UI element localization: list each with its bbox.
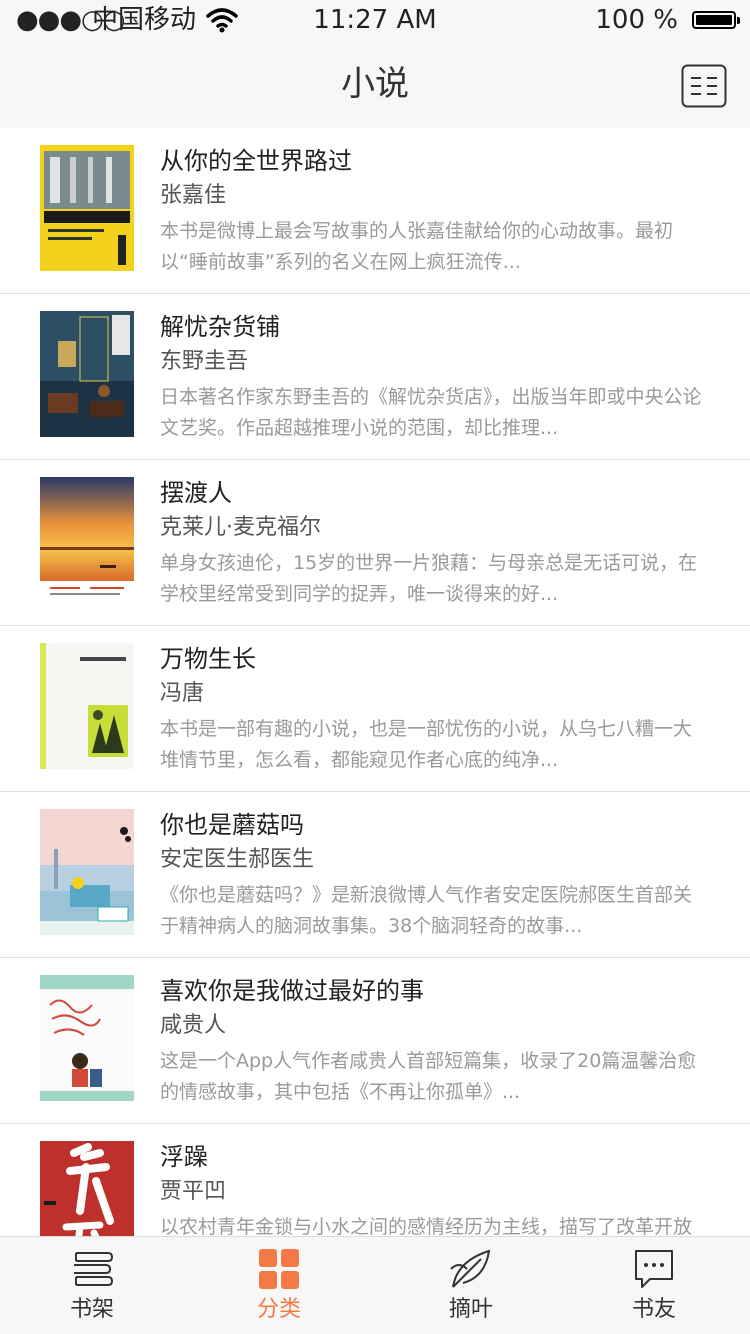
book-list[interactable]: 从你的全世界路过 张嘉佳 本书是微博上最会写故事的人张嘉佳献给你的心动故事。最初…: [0, 128, 750, 1236]
tab-category[interactable]: 分类: [209, 1237, 349, 1334]
category-grid-icon: [259, 1249, 299, 1289]
book-cover: [40, 643, 134, 769]
book-description: 本书是微博上最会写故事的人张嘉佳献给你的心动故事。最初以“睡前故事”系列的名义在…: [160, 220, 674, 273]
list-item[interactable]: 摆渡人 克莱儿·麦克福尔 单身女孩迪伦，15岁的世界一片狼藉：与母亲总是无话可说…: [0, 460, 750, 626]
book-author: 张嘉佳: [160, 183, 227, 208]
tab-friends[interactable]: 书友: [584, 1237, 724, 1334]
book-title: 喜欢你是我做过最好的事: [160, 977, 424, 1005]
status-bar: ●●●○○ 中国移动 11:27 AM 100 %: [0, 0, 750, 40]
tab-label: 摘叶: [448, 1297, 493, 1322]
book-author: 咸贵人: [160, 1013, 227, 1038]
book-description: 《你也是蘑菇吗？》是新浪微博人气作者安定医院郝医生首部关于精神病人的脑洞故事集。…: [160, 884, 693, 937]
book-cover: [40, 1141, 134, 1236]
book-title: 摆渡人: [160, 479, 232, 507]
bookshelf-icon: [74, 1252, 114, 1286]
tab-label: 书架: [69, 1297, 114, 1322]
tab-excerpts[interactable]: 摘叶: [401, 1237, 541, 1334]
tab-label: 书友: [631, 1297, 676, 1322]
book-author: 克莱儿·麦克福尔: [160, 515, 321, 540]
book-cover: [40, 809, 134, 935]
list-item[interactable]: 解忧杂货铺 东野圭吾 日本著名作家东野圭吾的《解忧杂货店》，出版当年即或中央公论…: [0, 294, 750, 460]
navigation-bar: 小说: [0, 40, 750, 128]
battery-percentage: 100 %: [595, 5, 678, 35]
page-title: 小说: [341, 64, 409, 104]
list-item[interactable]: 喜欢你是我做过最好的事 咸贵人 这是一个App人气作者咸贵人首部短篇集，收录了2…: [0, 958, 750, 1124]
book-cover: [40, 145, 134, 271]
book-description: 单身女孩迪伦，15岁的世界一片狼藉：与母亲总是无话可说，在学校里经常受到同学的捉…: [160, 552, 698, 605]
chat-bubble-icon: [635, 1250, 673, 1288]
book-description: 日本著名作家东野圭吾的《解忧杂货店》，出版当年即或中央公论文艺奖。作品超越推理小…: [160, 386, 702, 439]
book-author: 贾平凹: [160, 1179, 227, 1204]
list-item[interactable]: 你也是蘑菇吗 安定医生郝医生 《你也是蘑菇吗？》是新浪微博人气作者安定医院郝医生…: [0, 792, 750, 958]
tab-bookshelf[interactable]: 书架: [22, 1237, 162, 1334]
app-screen: ●●●○○ 中国移动 11:27 AM 100 % 小说 从你的全世界路过 张嘉…: [0, 0, 750, 1334]
book-author: 安定医生郝医生: [160, 847, 315, 872]
book-title: 万物生长: [160, 645, 256, 673]
book-title: 解忧杂货铺: [160, 313, 280, 341]
list-item[interactable]: 万物生长 冯唐 本书是一部有趣的小说，也是一部忧伤的小说，从乌七八糟一大堆情节里…: [0, 626, 750, 792]
book-title: 你也是蘑菇吗: [160, 811, 304, 839]
list-menu-icon[interactable]: [681, 64, 727, 108]
book-cover: [40, 311, 134, 437]
book-description: 本书是一部有趣的小说，也是一部忧伤的小说，从乌七八糟一大堆情节里，怎么看，都能窥…: [160, 718, 693, 771]
book-cover: [40, 975, 134, 1101]
book-title: 浮躁: [160, 1143, 208, 1171]
list-item[interactable]: 从你的全世界路过 张嘉佳 本书是微博上最会写故事的人张嘉佳献给你的心动故事。最初…: [0, 128, 750, 294]
battery-icon: [692, 11, 740, 29]
book-cover: [40, 477, 134, 603]
tab-bar: 书架 分类 摘叶 书友: [0, 1236, 750, 1334]
book-author: 东野圭吾: [160, 349, 249, 374]
book-description: 以农村青年金锁与小水之间的感情经历为主线，描写了改革开放初期农村的社会变迁...: [160, 1216, 693, 1236]
tab-label: 分类: [256, 1297, 301, 1322]
leaf-icon: [450, 1249, 491, 1288]
book-description: 这是一个App人气作者咸贵人首部短篇集，收录了20篇温馨治愈的情感故事，其中包括…: [160, 1050, 697, 1103]
book-title: 从你的全世界路过: [160, 147, 352, 175]
list-item[interactable]: 浮躁 贾平凹 以农村青年金锁与小水之间的感情经历为主线，描写了改革开放初期农村的…: [0, 1124, 750, 1236]
book-author: 冯唐: [160, 681, 205, 706]
